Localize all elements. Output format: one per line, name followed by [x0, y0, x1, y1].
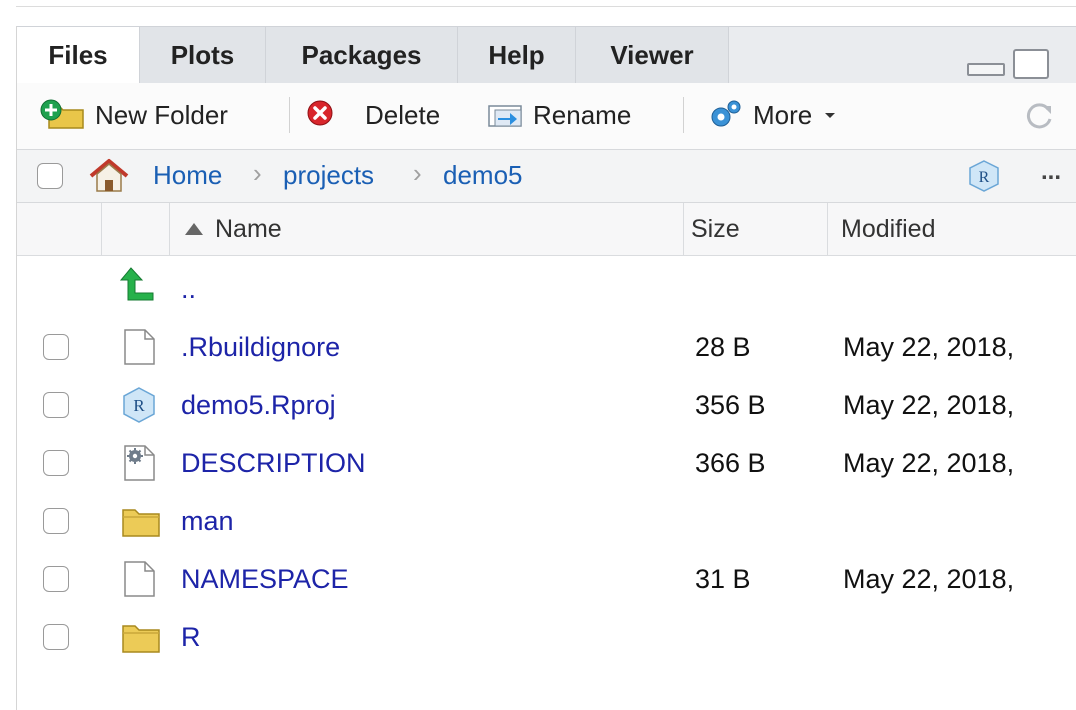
- files-toolbar: New Folder Delete Rename More: [17, 83, 1076, 150]
- column-divider: [827, 203, 828, 255]
- delete-button[interactable]: Delete: [307, 93, 440, 137]
- folder-name-link[interactable]: man: [181, 492, 234, 550]
- file-modified: May 22, 2018,: [843, 331, 1015, 362]
- tab-label: Packages: [301, 39, 422, 70]
- file-name-link[interactable]: demo5.Rproj: [181, 376, 336, 434]
- top-divider: [16, 6, 1076, 7]
- go-up-icon: [119, 267, 154, 301]
- file-modified: May 22, 2018,: [843, 563, 1015, 594]
- files-pane: Files Plots Packages Help Viewer New Fol…: [16, 26, 1076, 710]
- column-label: Size: [691, 214, 740, 243]
- tab-label: Files: [48, 40, 108, 70]
- row-checkbox[interactable]: [43, 392, 69, 418]
- row-checkbox[interactable]: [43, 624, 69, 650]
- svg-text:R: R: [133, 396, 145, 415]
- table-row: R demo5.Rproj 356 B May 22, 2018,: [17, 376, 1076, 434]
- column-label: Name: [215, 214, 282, 243]
- chevron-down-icon: [825, 113, 836, 118]
- config-file-icon: [124, 445, 155, 481]
- new-folder-icon: [40, 99, 84, 129]
- rename-button[interactable]: Rename: [487, 93, 631, 137]
- column-divider: [683, 203, 684, 255]
- file-icon: [124, 561, 155, 597]
- breadcrumb-current[interactable]: demo5: [443, 160, 523, 191]
- tab-packages[interactable]: Packages: [265, 27, 457, 83]
- row-checkbox[interactable]: [43, 334, 69, 360]
- tab-viewer[interactable]: Viewer: [575, 27, 729, 83]
- column-header-size[interactable]: Size: [691, 203, 740, 255]
- file-modified: May 22, 2018,: [843, 389, 1015, 420]
- folder-icon: [122, 509, 160, 537]
- new-folder-label: New Folder: [95, 99, 228, 130]
- table-row: DESCRIPTION 366 B May 22, 2018,: [17, 434, 1076, 492]
- gear-icon: [711, 100, 741, 127]
- file-modified: May 22, 2018,: [843, 447, 1015, 478]
- pane-tabstrip: Files Plots Packages Help Viewer: [17, 26, 1076, 84]
- svg-text:R: R: [979, 169, 990, 186]
- breadcrumb-separator: ›: [253, 158, 262, 188]
- row-checkbox[interactable]: [43, 566, 69, 592]
- sort-ascending-icon: [185, 223, 203, 235]
- more-menu-button[interactable]: More: [705, 93, 846, 137]
- rproj-icon: R: [123, 387, 155, 423]
- breadcrumb-home[interactable]: Home: [153, 160, 222, 191]
- table-row: .Rbuildignore 28 B May 22, 2018,: [17, 318, 1076, 376]
- breadcrumb: Home › projects › demo5 R ...: [17, 150, 1076, 203]
- file-size: 28 B: [695, 331, 751, 362]
- file-name-link[interactable]: .Rbuildignore: [181, 318, 340, 376]
- row-checkbox[interactable]: [43, 508, 69, 534]
- select-all-checkbox[interactable]: [37, 163, 63, 189]
- refresh-icon[interactable]: [1023, 99, 1057, 133]
- home-icon[interactable]: [87, 158, 131, 194]
- minimize-pane-icon[interactable]: [967, 63, 1005, 76]
- file-list-header: Name Size Modified: [17, 203, 1076, 256]
- folder-icon: [122, 625, 160, 653]
- column-header-modified[interactable]: Modified: [841, 203, 936, 255]
- file-size: 366 B: [695, 447, 766, 478]
- file-name-link[interactable]: NAMESPACE: [181, 550, 349, 608]
- maximize-pane-icon[interactable]: [1013, 49, 1049, 79]
- tab-plots[interactable]: Plots: [139, 27, 265, 83]
- table-row: man: [17, 492, 1076, 550]
- rename-label: Rename: [533, 99, 632, 130]
- rename-icon: [488, 105, 522, 127]
- file-size: 31 B: [695, 563, 751, 594]
- parent-directory-row[interactable]: ..: [17, 260, 1076, 318]
- toolbar-divider: [289, 97, 290, 133]
- more-path-button[interactable]: ...: [1041, 158, 1061, 186]
- delete-label: Delete: [365, 99, 441, 130]
- column-divider: [101, 203, 102, 255]
- tab-label: Viewer: [610, 39, 694, 70]
- tab-label: Plots: [170, 39, 235, 70]
- column-divider: [169, 203, 170, 255]
- table-row: NAMESPACE 31 B May 22, 2018,: [17, 550, 1076, 608]
- parent-directory-link[interactable]: ..: [181, 260, 196, 318]
- delete-icon: [307, 100, 333, 126]
- file-size: 356 B: [695, 389, 766, 420]
- file-icon: [124, 329, 155, 365]
- toolbar-divider: [683, 97, 684, 133]
- breadcrumb-separator: ›: [413, 158, 422, 188]
- column-header-name[interactable]: Name: [183, 203, 282, 255]
- breadcrumb-projects[interactable]: projects: [283, 160, 374, 191]
- tab-files[interactable]: Files: [17, 27, 139, 84]
- file-name-link[interactable]: DESCRIPTION: [181, 434, 366, 492]
- tab-help[interactable]: Help: [457, 27, 575, 83]
- folder-name-link[interactable]: R: [181, 608, 201, 666]
- row-checkbox[interactable]: [43, 450, 69, 476]
- more-label: More: [753, 99, 813, 130]
- column-label: Modified: [841, 214, 936, 243]
- table-row: R: [17, 608, 1076, 666]
- new-folder-button[interactable]: New Folder: [39, 93, 228, 137]
- tab-label: Help: [488, 39, 545, 70]
- project-icon[interactable]: R: [967, 159, 1001, 193]
